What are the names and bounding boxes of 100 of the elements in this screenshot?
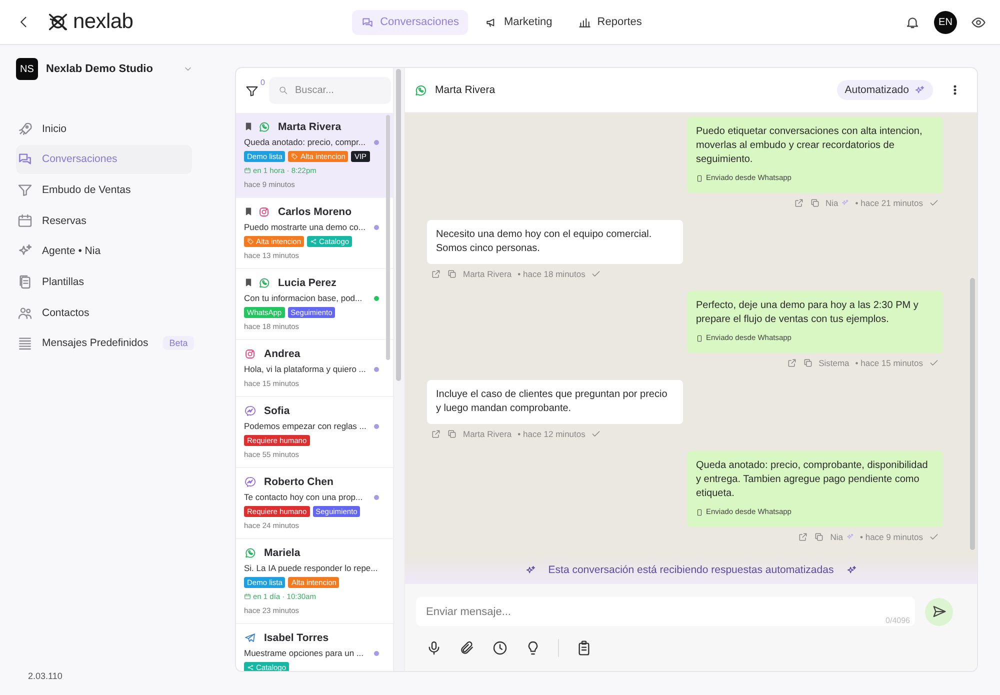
copy-icon[interactable] (447, 269, 457, 279)
copy-icon[interactable] (447, 429, 457, 439)
message-preview: Muestrame opciones para un ... (244, 648, 365, 658)
calendar-icon (244, 167, 251, 174)
message-time: • hace 21 minutos (855, 198, 923, 208)
character-counter: 0/4096 (886, 616, 910, 625)
scrollbar-thumb[interactable] (970, 278, 975, 550)
sidebar-item[interactable]: Plantillas (16, 267, 192, 296)
tag-icon (247, 238, 254, 245)
check-icon (929, 532, 939, 542)
message-preview: Puedo mostrarte una demo co... (244, 222, 366, 232)
message-time: • hace 18 minutos (518, 269, 586, 279)
author-name: Nia (830, 532, 844, 542)
external-link-icon[interactable] (786, 358, 797, 368)
paper-plane-icon (244, 632, 256, 644)
clock-icon[interactable] (492, 640, 508, 656)
calendar-icon (244, 593, 251, 600)
messenger-bubble-icon (244, 476, 256, 488)
calendar-icon (17, 212, 33, 229)
external-link-icon[interactable] (431, 269, 441, 279)
send-button[interactable] (925, 598, 953, 626)
filter-count: 0 (260, 78, 265, 86)
sidebar-item[interactable]: Inicio (16, 114, 192, 143)
share-icon (310, 238, 318, 245)
message-preview: Te contacto hoy con una prop... (244, 492, 364, 502)
sparkles-icon (914, 84, 925, 96)
bell-icon[interactable] (905, 14, 920, 30)
bookmark-icon[interactable] (244, 207, 253, 216)
sidebar-item[interactable]: Embudo de Ventas (16, 175, 192, 204)
author-name: Marta Rivera (463, 429, 512, 439)
scrollbar-thumb[interactable] (396, 69, 401, 381)
message-preview: Podemos empezar con reglas ... (244, 421, 368, 431)
message-time: • hace 12 minutos (518, 429, 586, 439)
message-preview: Si. La IA puede responder lo repe... (244, 563, 379, 573)
check-icon (929, 358, 939, 368)
contact-name: Carlos Moreno (278, 206, 352, 218)
external-link-icon[interactable] (794, 198, 804, 208)
nav-tab[interactable]: Marketing (476, 10, 562, 34)
message-preview: Queda anotado: precio, compr... (244, 137, 366, 147)
sidebar-item[interactable]: Agente • Nia (16, 236, 192, 266)
scrollbar-thumb[interactable] (386, 115, 390, 360)
sparkles-icon (525, 564, 536, 576)
message-text: Necesito una demo hoy con el equipo comercial. Somos cinco personas. (436, 228, 653, 256)
messenger-bubble-icon (244, 404, 256, 416)
check-icon (591, 269, 602, 279)
funnel-icon (17, 182, 33, 198)
camera-icon (258, 206, 270, 218)
author-name: Marta Rivera (463, 269, 512, 279)
contact-name: Lucia Perez (278, 276, 336, 288)
external-link-icon[interactable] (431, 429, 441, 439)
banner-text: Esta conversación está recibiendo respuestas automatizadas (548, 564, 834, 576)
message-time: • hace 9 minutos (860, 532, 923, 542)
paperclip-icon[interactable] (459, 640, 475, 656)
search-field[interactable]: Buscar... (269, 77, 391, 104)
message-preview: Hola, vi la plataforma y quiero ... (244, 364, 367, 374)
microphone-icon[interactable] (426, 640, 442, 656)
filter-icon[interactable] (245, 84, 259, 98)
phone-bubble-icon (258, 276, 270, 288)
documents-icon (17, 274, 33, 290)
sidebar-item[interactable]: Contactos (16, 298, 192, 328)
sparkles-icon (846, 564, 857, 576)
sidebar-item[interactable]: Mensajes Predefinidos Beta (16, 328, 192, 358)
contact-name: Andrea (264, 348, 300, 360)
workspace-logo: NS (16, 58, 38, 80)
chat-bubbles-icon (361, 16, 374, 28)
workspace-name[interactable]: Nexlab Demo Studio (46, 63, 175, 75)
contact-name: Sofia (264, 404, 290, 416)
contact-name: Mariela (264, 546, 300, 558)
phone-icon (696, 334, 703, 342)
message-text: Puedo etiquetar conversaciones con alta intencion, moverlas al embudo y crear recordatorios de seguimiento. (696, 125, 924, 167)
phone-icon (696, 508, 703, 516)
camera-icon (244, 348, 256, 360)
message-text: Perfecto, deje una demo para hoy a las 2:30 PM y prepare el flujo de ventas con tus ejemplos. (696, 299, 920, 327)
copy-icon[interactable] (814, 532, 824, 542)
message-time: • hace 15 minutos (855, 358, 923, 368)
message-text: Queda anotado: precio, comprobante, disponibilidad y entrega. Tambien agregue pago pendiente como etiqueta. (696, 459, 929, 501)
copy-icon[interactable] (802, 358, 813, 368)
author-name: Sistema (818, 358, 850, 368)
list-icon (17, 335, 33, 352)
rocket-icon (17, 120, 33, 136)
nav-tab[interactable]: Reportes (569, 10, 651, 34)
copy-icon[interactable] (810, 198, 820, 208)
clipboard-icon[interactable] (576, 640, 592, 656)
check-icon (929, 198, 939, 208)
logo-text: nexlab (73, 10, 134, 34)
sidebar-item[interactable]: Reservas (16, 206, 192, 236)
bookmark-icon[interactable] (244, 278, 253, 287)
version-text: 2.03.110 (27, 671, 64, 681)
phone-icon (696, 174, 703, 182)
phone-bubble-icon (258, 120, 270, 132)
external-link-icon[interactable] (798, 532, 808, 542)
user-avatar[interactable]: EN (934, 10, 957, 34)
chat-bubbles-icon (17, 151, 33, 168)
logo-icon (47, 11, 69, 33)
automation-button[interactable]: Automatizado (836, 80, 933, 100)
send-icon (932, 604, 946, 619)
search-icon (278, 85, 288, 95)
eye-icon[interactable] (971, 14, 986, 30)
phone-bubble-icon (244, 546, 256, 558)
bookmark-icon[interactable] (244, 122, 253, 131)
